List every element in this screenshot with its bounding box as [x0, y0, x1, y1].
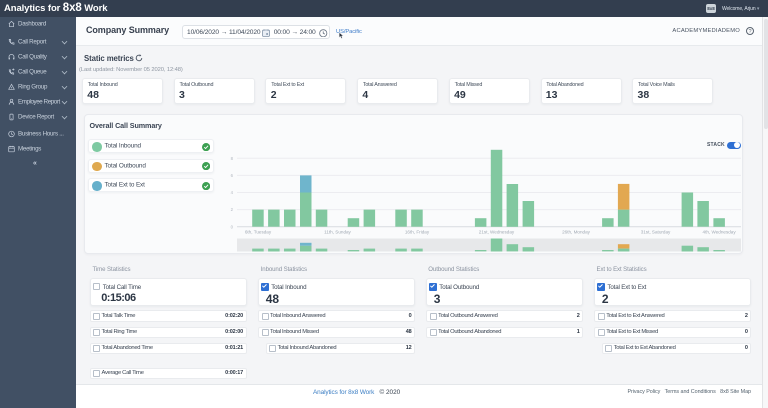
svg-text:6th, Tuesday: 6th, Tuesday: [245, 230, 272, 235]
svg-text:11th, Sunday: 11th, Sunday: [324, 230, 351, 235]
svg-text:31st, Saturday: 31st, Saturday: [641, 230, 671, 235]
svg-text:4: 4: [231, 190, 234, 195]
svg-text:6: 6: [231, 173, 234, 178]
svg-text:4th, Wednesday: 4th, Wednesday: [703, 230, 737, 235]
svg-text:8: 8: [231, 156, 234, 161]
svg-text:16th, Friday: 16th, Friday: [405, 230, 430, 235]
svg-text:0: 0: [231, 224, 234, 229]
svg-text:2: 2: [231, 207, 234, 212]
svg-text:21st, Wednesday: 21st, Wednesday: [479, 230, 515, 235]
svg-text:26th, Monday: 26th, Monday: [562, 230, 591, 235]
